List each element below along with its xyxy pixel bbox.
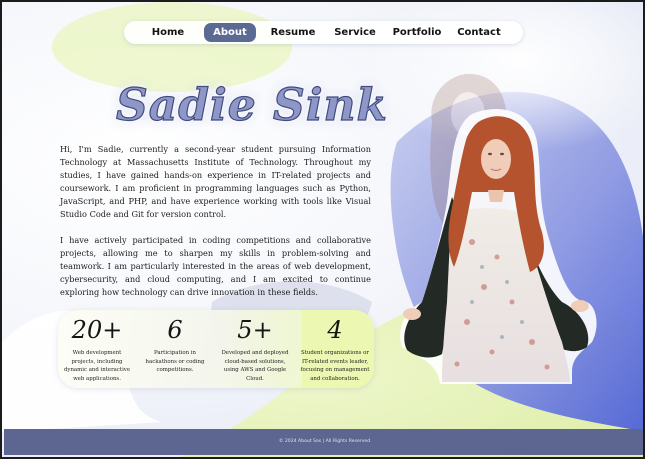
nav-home[interactable]: Home xyxy=(138,21,198,44)
stat-number: 20+ xyxy=(71,316,123,344)
stats-card: 20+ Web development projects, including … xyxy=(58,310,374,388)
stat-number: 4 xyxy=(327,316,343,344)
about-paragraph-1: Hi, I'm Sadie, currently a second-year s… xyxy=(60,144,371,219)
about-paragraph-2: I have actively participated in coding c… xyxy=(60,235,371,297)
stat-number: 6 xyxy=(167,316,183,344)
stat-description: Participation in hackathons or coding co… xyxy=(145,350,205,374)
stat-number: 5+ xyxy=(237,316,273,344)
nav-contact[interactable]: Contact xyxy=(451,21,507,44)
page-footer: © 2024 About Sas | All Rights Reserved xyxy=(4,429,643,455)
footer-copyright: © 2024 About Sas | All Rights Reserved xyxy=(278,439,371,444)
background-decoration xyxy=(2,2,643,457)
stat-description: Web development projects, including dyna… xyxy=(63,350,131,382)
stat-item: 6 Participation in hackathons or coding … xyxy=(138,310,212,375)
stat-description: Developed and deployed cloud-based solut… xyxy=(221,350,289,382)
nav-service[interactable]: Service xyxy=(327,21,383,44)
nav-about[interactable]: About xyxy=(204,23,256,42)
nav-resume[interactable]: Resume xyxy=(264,21,322,44)
stat-item: 20+ Web development projects, including … xyxy=(60,310,134,383)
stat-item: 5+ Developed and deployed cloud-based so… xyxy=(218,310,292,383)
hero-name-title: Sadie Sink xyxy=(115,79,389,131)
stat-description: Student organizations or IT-related even… xyxy=(300,350,370,382)
page-frame: Home About Resume Service Portfolio Cont… xyxy=(0,0,645,459)
nav-portfolio[interactable]: Portfolio xyxy=(388,21,446,44)
top-navigation: Home About Resume Service Portfolio Cont… xyxy=(124,21,523,44)
stat-item: 4 Student organizations or IT-related ev… xyxy=(298,310,372,383)
